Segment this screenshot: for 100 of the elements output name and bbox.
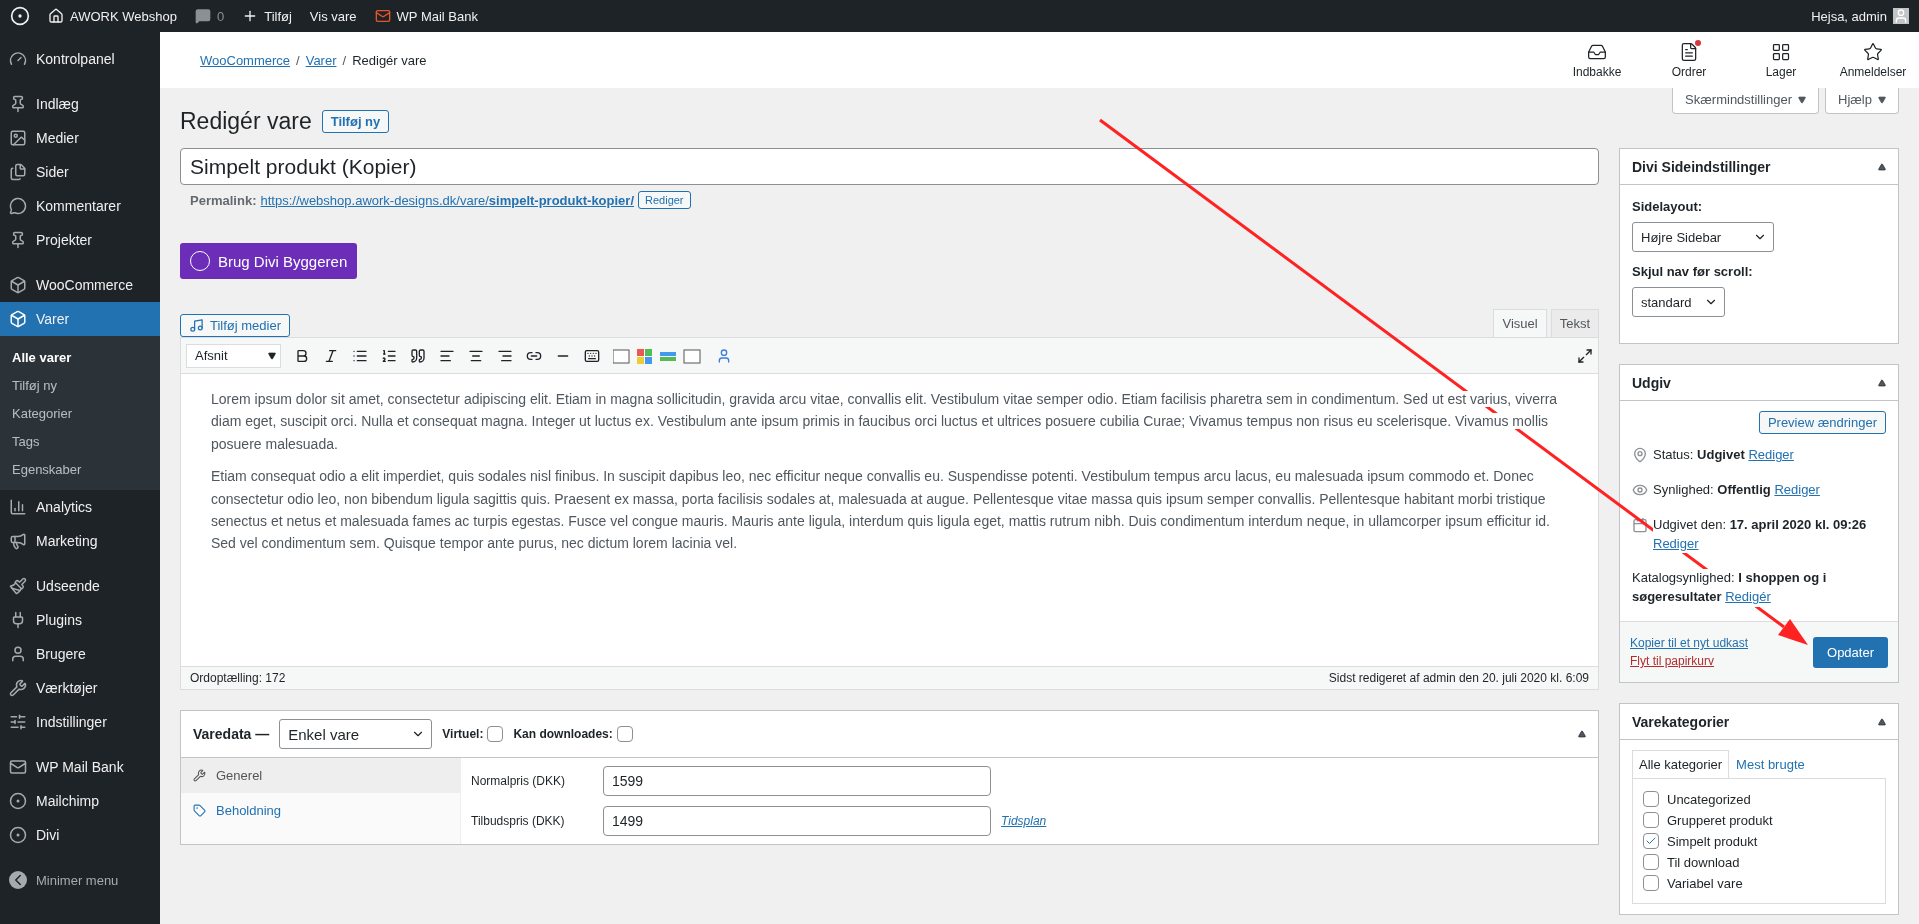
view-link[interactable]: Vis vare xyxy=(309,8,357,24)
gauge-icon xyxy=(9,50,27,68)
field-label: Tilbudspris (DKK) xyxy=(471,814,566,828)
media-icon xyxy=(189,318,204,333)
category-label: Variabel vare xyxy=(1667,875,1743,891)
user-icon[interactable] xyxy=(716,347,732,364)
schedule-link[interactable]: Tidsplan xyxy=(1001,814,1047,828)
site-link[interactable]: AWORK Webshop xyxy=(48,8,177,24)
sidebar-item[interactable]: Marketing xyxy=(0,524,160,558)
sidebar-item[interactable]: Medier xyxy=(0,121,160,155)
setting-select[interactable]: Højre Sidebar xyxy=(1632,222,1774,252)
sidebar-item[interactable]: Indlæg xyxy=(0,87,160,121)
activity-button[interactable]: Lager xyxy=(1735,41,1827,79)
comment-icon xyxy=(9,197,27,215)
checkbox[interactable] xyxy=(1643,875,1659,892)
checkbox[interactable] xyxy=(487,726,504,742)
edit-permalink-button[interactable]: Rediger xyxy=(638,191,691,209)
breadcrumb-link[interactable]: WooCommerce xyxy=(200,52,291,68)
edit-link[interactable]: Rediger xyxy=(1774,481,1820,497)
sidebar-item[interactable]: Mailchimp xyxy=(0,784,160,818)
comments-link[interactable]: 0 xyxy=(194,8,225,24)
new-link[interactable]: Tilføj xyxy=(242,8,292,24)
panel-title: Divi Sideindstillinger xyxy=(1632,158,1771,175)
comment-icon xyxy=(194,8,211,24)
submenu-item[interactable]: Kategorier xyxy=(0,399,160,427)
submenu-item[interactable]: Tags xyxy=(0,427,160,455)
checkbox[interactable] xyxy=(1643,791,1659,808)
pages-icon xyxy=(9,163,27,181)
sidebar-item[interactable]: Analytics xyxy=(0,490,160,524)
breadcrumb-separator: / xyxy=(296,52,300,68)
paragraph: Lorem ipsum dolor sit amet, consectetur adipiscing elit. Etiam in magna sollicitudin, gravida arcu vitae, convallis elit. Vestibulum vitae semper odio. Etiam facilisis pharetra sem in condimentum. Sed ut est varius, viverra diam eget, suscipit orci. Nulla et consequat magna. Integer ut luctus ex. Vestibulum ante ipsum primis in faucibus orci luctus et ultrices posuere cubilia Curae; Vivamus tempus non risus eu scelerisque. Vivamus mollis posuere malesuada. xyxy=(211,390,1559,454)
editor-tab[interactable]: Tekst xyxy=(1550,309,1599,337)
sidebar-item[interactable]: Kommentarer xyxy=(0,189,160,223)
update-button[interactable]: Opdater xyxy=(1813,636,1888,668)
sidebar-item[interactable]: Sider xyxy=(0,155,160,189)
activity-button[interactable]: Indbakke xyxy=(1551,41,1643,79)
submenu-item[interactable]: Egenskaber xyxy=(0,455,160,483)
bold-icon[interactable] xyxy=(294,347,310,364)
trash-link[interactable]: Flyt til papirkurv xyxy=(1630,654,1749,669)
sidebar-item[interactable]: Værktøjer xyxy=(0,671,160,705)
product-data-tab[interactable]: Beholdning xyxy=(181,793,460,828)
plugin-link[interactable]: WP Mail Bank xyxy=(374,8,478,24)
screen-options-button[interactable]: Hjælp xyxy=(1825,88,1899,114)
sidebar-item[interactable]: Brugere xyxy=(0,637,160,671)
screen-options-button[interactable]: Skærmindstillinger xyxy=(1672,88,1820,114)
fullscreen-icon[interactable] xyxy=(1577,347,1593,364)
sidebar-item[interactable]: Plugins xyxy=(0,603,160,637)
plugin-toolbar-icons[interactable] xyxy=(613,346,703,365)
sidebar-item[interactable]: Varer xyxy=(0,302,160,336)
add-media-button[interactable]: Tilføj medier xyxy=(180,314,291,337)
quote-icon[interactable] xyxy=(410,347,426,364)
permalink-link[interactable]: https://webshop.awork-designs.dk/vare/simpelt-produkt-kopier/ xyxy=(260,192,634,208)
title-input[interactable]: Simpelt produkt (Kopier) xyxy=(180,148,1599,185)
format-select[interactable]: Afsnit xyxy=(186,343,281,368)
sidebar-item[interactable]: WooCommerce xyxy=(0,268,160,302)
sidebar-item[interactable]: Kontrolpanel xyxy=(0,42,160,76)
copy-draft-link[interactable]: Kopier til et nyt udkast xyxy=(1630,636,1749,651)
italic-icon[interactable] xyxy=(323,347,339,364)
activity-button[interactable]: Anmeldelser xyxy=(1827,41,1919,79)
edit-link[interactable]: Redigér xyxy=(1725,589,1771,605)
option-label: Virtuel: xyxy=(442,727,484,741)
editor-tab[interactable]: Visuel xyxy=(1493,309,1547,337)
edit-link[interactable]: Rediger xyxy=(1653,535,1699,551)
add-new-button[interactable]: Tilføj ny xyxy=(321,110,390,133)
current-page-label: Redigér vare xyxy=(352,52,427,68)
product-data-title: Varedata — xyxy=(193,726,270,742)
setting-select[interactable]: standard xyxy=(1632,287,1725,317)
sidebar-item[interactable]: WP Mail Bank xyxy=(0,750,160,784)
edit-link[interactable]: Rediger xyxy=(1748,447,1794,462)
collapse-icon[interactable] xyxy=(1578,730,1586,738)
submenu-item[interactable]: Tilføj ny xyxy=(0,371,160,399)
keyboard-icon[interactable] xyxy=(584,347,600,364)
pin-icon xyxy=(9,95,27,113)
wrench-icon xyxy=(9,679,27,697)
collapse-icon[interactable] xyxy=(1878,378,1886,387)
product-data-tab[interactable]: Generel xyxy=(181,758,460,793)
checkbox[interactable] xyxy=(1643,833,1659,850)
numbered-list-icon[interactable] xyxy=(381,347,397,364)
sidebar-item[interactable]: Divi xyxy=(0,818,160,852)
checkbox[interactable] xyxy=(616,726,633,742)
sidebar-item[interactable]: Udseende xyxy=(0,569,160,603)
activity-button[interactable]: Ordrer xyxy=(1643,41,1735,79)
price-input[interactable]: 1499 xyxy=(603,806,991,836)
category-tab[interactable]: Mest brugte xyxy=(1729,750,1812,779)
checkbox[interactable] xyxy=(1643,812,1659,829)
breadcrumb-link[interactable]: Varer xyxy=(305,52,337,68)
divi-builder-button[interactable]: Brug Divi Byggeren xyxy=(180,243,358,279)
circle-icon xyxy=(9,792,27,810)
collapse-icon[interactable] xyxy=(1878,717,1886,726)
checkbox[interactable] xyxy=(1643,854,1659,871)
collapse-icon[interactable] xyxy=(1878,162,1886,171)
price-input[interactable]: 1599 xyxy=(603,766,991,796)
category-tab[interactable]: Alle kategorier xyxy=(1632,750,1730,779)
preview-button[interactable]: Preview ændringer xyxy=(1758,411,1886,434)
collapse-menu-button[interactable]: Minimer menu xyxy=(0,863,160,897)
submenu-item[interactable]: Alle varer xyxy=(0,343,160,371)
sidebar-item[interactable]: Indstillinger xyxy=(0,705,160,739)
account-link[interactable]: Hejsa, admin xyxy=(1811,8,1909,24)
product-type-select[interactable]: Enkel vare xyxy=(279,719,433,749)
sidebar-item[interactable]: Projekter xyxy=(0,223,160,257)
